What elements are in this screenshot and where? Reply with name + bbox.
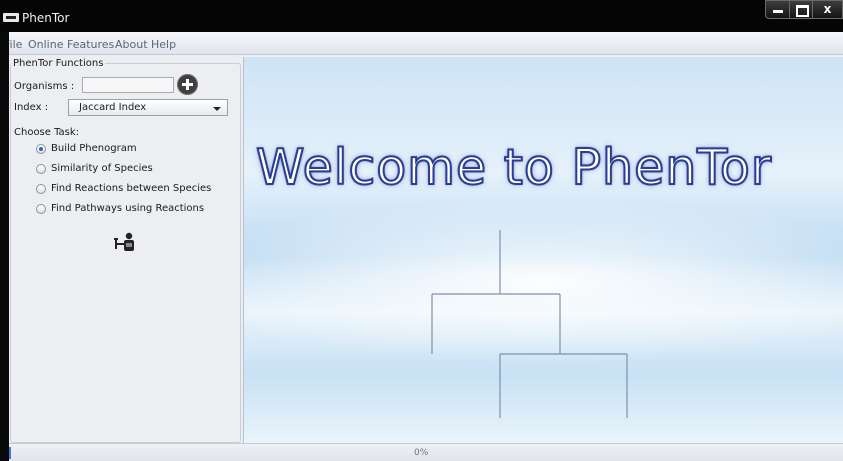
task-label: Find Pathways using Reactions (51, 203, 205, 214)
close-icon: x (823, 2, 832, 16)
radio-button[interactable] (36, 184, 46, 194)
progress-bar (9, 447, 11, 459)
status-bar: 0% (9, 443, 843, 461)
phentor-functions-panel: PhenTor Functions Organisms : Index : Ja… (9, 57, 241, 443)
title-bar: PhenTor x (0, 0, 843, 32)
index-select[interactable]: Jaccard Index (68, 99, 228, 116)
task-label: Build Phenogram (51, 143, 137, 154)
minimize-icon (773, 10, 783, 13)
menu-about[interactable]: About (115, 38, 148, 51)
add-organism-button[interactable] (177, 74, 198, 95)
chevron-down-icon (213, 107, 221, 111)
radio-button[interactable] (36, 144, 46, 154)
maximize-button[interactable] (789, 0, 813, 19)
progress-text: 0% (414, 448, 429, 458)
close-button[interactable]: x (812, 0, 843, 19)
welcome-panel: Welcome to PhenTor (243, 57, 843, 443)
radio-button[interactable] (36, 204, 46, 214)
task-label: Similarity of Species (51, 163, 153, 174)
index-select-value: Jaccard Index (79, 102, 147, 113)
window-title: PhenTor (22, 11, 70, 25)
app-icon (3, 13, 19, 22)
person-with-tool-icon[interactable] (113, 232, 137, 252)
functions-group-box (10, 63, 241, 443)
radio-button[interactable] (36, 164, 46, 174)
organisms-input[interactable] (82, 77, 174, 93)
window-controls: x (765, 0, 843, 20)
choose-task-label: Choose Task: (14, 127, 80, 138)
maximize-icon (796, 5, 809, 17)
index-label: Index : (14, 102, 49, 113)
task-label: Find Reactions between Species (51, 183, 212, 194)
menu-bar: File Online Features About Help (9, 32, 843, 55)
dendrogram-graphic (431, 230, 628, 418)
organisms-label: Organisms : (14, 81, 75, 92)
menu-online-features[interactable]: Online Features (28, 38, 114, 51)
functions-group-title: PhenTor Functions (11, 58, 106, 69)
menu-help[interactable]: Help (151, 38, 176, 51)
menu-file[interactable]: File (9, 38, 22, 51)
minimize-button[interactable] (765, 0, 790, 19)
main-window: File Online Features About Help PhenTor … (9, 32, 843, 461)
